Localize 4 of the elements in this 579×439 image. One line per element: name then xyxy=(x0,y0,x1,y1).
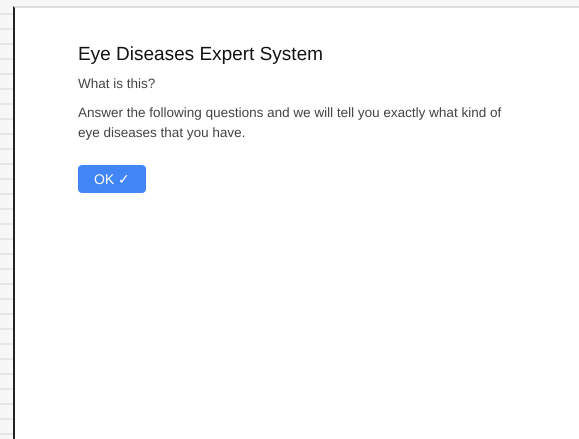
subtitle: What is this? xyxy=(78,76,156,91)
description: Answer the following questions and we will tell you exactly what kind of eye diseases that you have. xyxy=(78,104,502,142)
ok-button[interactable]: OK ✓ xyxy=(78,165,146,193)
dialog-title: Eye Diseases Expert System xyxy=(78,44,324,66)
